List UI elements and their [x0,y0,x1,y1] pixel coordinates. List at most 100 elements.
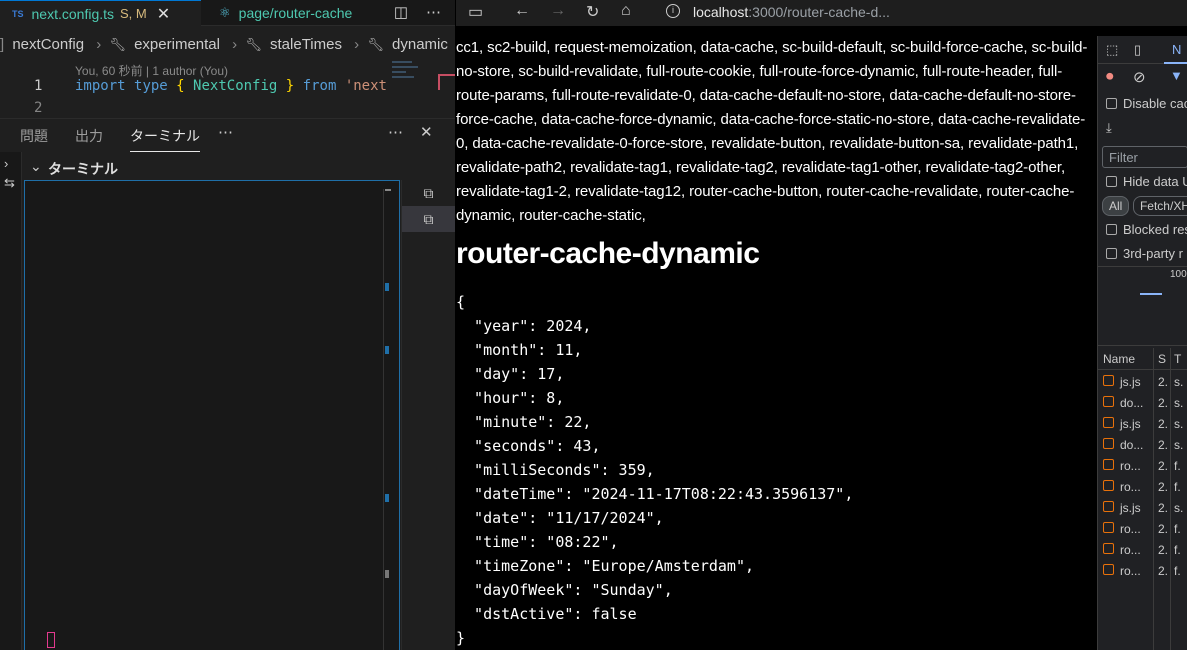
request-type: f. [1174,564,1181,578]
terminal-instance[interactable]: ⧉ [402,206,455,232]
device-toolbar-icon[interactable]: ▯ [1134,42,1141,58]
terminal-icon: ⧉ [423,184,434,201]
request-type: f. [1174,480,1181,494]
network-request-row[interactable]: js.js 2. s. [1098,498,1187,519]
breadcrumb: ] nextConfig › 🔧︎ experimental › 🔧︎ stal… [0,36,455,56]
reload-icon[interactable]: ↻ [586,2,599,22]
blocked-requests-option[interactable]: Blocked res [1098,222,1187,237]
network-request-row[interactable]: ro... 2. f. [1098,456,1187,477]
back-icon[interactable]: ← [514,2,530,20]
document-icon [1103,375,1114,386]
hide-data-urls-option[interactable]: Hide data U [1098,174,1187,189]
close-panel-icon[interactable]: ✕ [420,123,433,141]
network-overview-timeline[interactable]: 100 [1098,266,1187,346]
request-status: 2. [1158,501,1169,515]
request-status: 2. [1158,417,1169,431]
network-request-row[interactable]: ro... 2. f. [1098,519,1187,540]
chevron-right-icon: › [354,36,360,53]
network-request-row[interactable]: do... 2. s. [1098,393,1187,414]
network-request-row[interactable]: do... 2. s. [1098,435,1187,456]
tab-next-config[interactable]: TS next.config.ts S, M ✕ [0,0,201,26]
filter-input[interactable]: Filter [1102,146,1187,168]
filter-icon[interactable]: ▼ [1170,68,1183,83]
request-name: ro... [1120,480,1141,494]
network-table-header: Name S T [1098,348,1187,370]
request-type: f. [1174,522,1181,536]
request-status: 2. [1158,396,1169,410]
tab-label: page/router-cache [238,5,353,21]
split-editor-icon[interactable]: ◫ [394,3,408,21]
checkbox[interactable] [1106,248,1117,259]
more-icon[interactable]: ⋯ [388,123,403,141]
clear-icon[interactable]: ⊘ [1133,68,1146,86]
checkbox[interactable] [1106,176,1117,187]
typescript-icon: TS [12,8,24,19]
export-icon[interactable]: ⤓ [1098,120,1187,136]
close-icon[interactable]: ✕ [157,4,170,24]
home-icon[interactable]: ⌂ [621,2,631,20]
network-request-row[interactable]: ro... 2. f. [1098,477,1187,498]
terminal-icon: ⧉ [423,210,434,227]
chevron-right-icon: › [232,36,238,53]
breadcrumb-item[interactable]: 🔧︎ experimental [109,36,224,53]
request-type: f. [1174,543,1181,557]
third-party-option[interactable]: 3rd-party r [1098,246,1187,261]
more-actions-icon[interactable]: ⋯ [426,3,441,21]
breadcrumb-item[interactable]: 🔧︎ staleTimes [245,36,346,53]
minimap[interactable] [392,58,422,98]
code-text[interactable]: import type { NextConfig } from 'next [75,78,387,94]
column-name[interactable]: Name [1103,352,1135,366]
filter-all[interactable]: All [1102,196,1130,216]
timeline-tick: 100 [1170,269,1187,280]
editor-actions: ◫ ⋯ [394,3,441,21]
request-status: 2. [1158,375,1169,389]
browser-window: ▭ ← → ↻ ⌂ i localhost:3000/router-cache-… [456,0,1187,650]
terminal-tools-icon[interactable]: ⇆ [4,175,21,191]
code-line[interactable]: 1 import type { NextConfig } from 'next [0,78,430,98]
tab-terminal[interactable]: ターミナル [130,126,200,152]
tab-network[interactable]: N [1164,36,1187,64]
network-request-row[interactable]: ro... 2. f. [1098,561,1187,582]
checkbox[interactable] [1106,224,1117,235]
tab-output[interactable]: 出力 [75,126,103,146]
request-name: ro... [1120,522,1141,536]
terminal-output[interactable] [24,180,400,650]
checkbox[interactable] [1106,98,1117,109]
forward-icon[interactable]: → [550,2,566,20]
chevron-right-icon[interactable]: › [4,156,21,171]
terminal-instance[interactable]: ⧉ [402,180,455,206]
document-icon [1103,438,1114,449]
wrench-icon: 🔧︎ [367,37,384,52]
git-blame-hint: You, 60 秒前 | 1 author (You) [75,64,228,78]
browser-toolbar: ▭ ← → ↻ ⌂ i localhost:3000/router-cache-… [456,0,1187,26]
network-request-row[interactable]: ro... 2. f. [1098,540,1187,561]
terminal-section-header[interactable]: ⌄ ターミナル [24,154,455,180]
devtools-network-panel: ⬚ ▯ N ⏺ ⊘ ▼ Disable cac ⤓ Filter Hide da… [1097,36,1187,650]
address-bar[interactable]: localhost:3000/router-cache-d... [693,4,890,20]
react-icon: ⚛ [219,5,231,20]
record-icon[interactable]: ⏺ [1106,68,1114,85]
tab-router-cache-page[interactable]: ⚛ page/router-cache [205,0,382,26]
tab-label: next.config.ts [31,5,115,22]
column-status[interactable]: S [1158,352,1166,366]
request-name: do... [1120,396,1144,410]
column-type[interactable]: T [1174,352,1181,366]
tab-problems[interactable]: 問題 [20,126,48,146]
filter-fetch-xhr[interactable]: Fetch/XH [1132,196,1187,216]
request-type: s. [1174,438,1184,452]
request-name: js.js [1120,417,1141,431]
breadcrumb-item[interactable]: 🔧︎ dynamic [367,36,452,53]
bracket-icon: ] [0,36,5,53]
more-icon[interactable]: ⋯ [218,123,233,141]
site-info-icon[interactable]: i [666,4,680,18]
inspect-icon[interactable]: ⬚ [1106,42,1118,58]
network-request-row[interactable]: js.js 2. s. [1098,414,1187,435]
network-request-row[interactable]: js.js 2. s. [1098,372,1187,393]
breadcrumb-item[interactable]: ] nextConfig [0,36,88,53]
sidebar-toggle-icon[interactable]: ▭ [468,2,483,22]
document-icon [1103,543,1114,554]
terminal-scrollbar[interactable] [383,189,392,650]
request-status: 2. [1158,522,1169,536]
disable-cache-option[interactable]: Disable cac [1098,96,1187,111]
editor-tab-bar: TS next.config.ts S, M ✕ ⚛ page/router-c… [0,0,455,26]
